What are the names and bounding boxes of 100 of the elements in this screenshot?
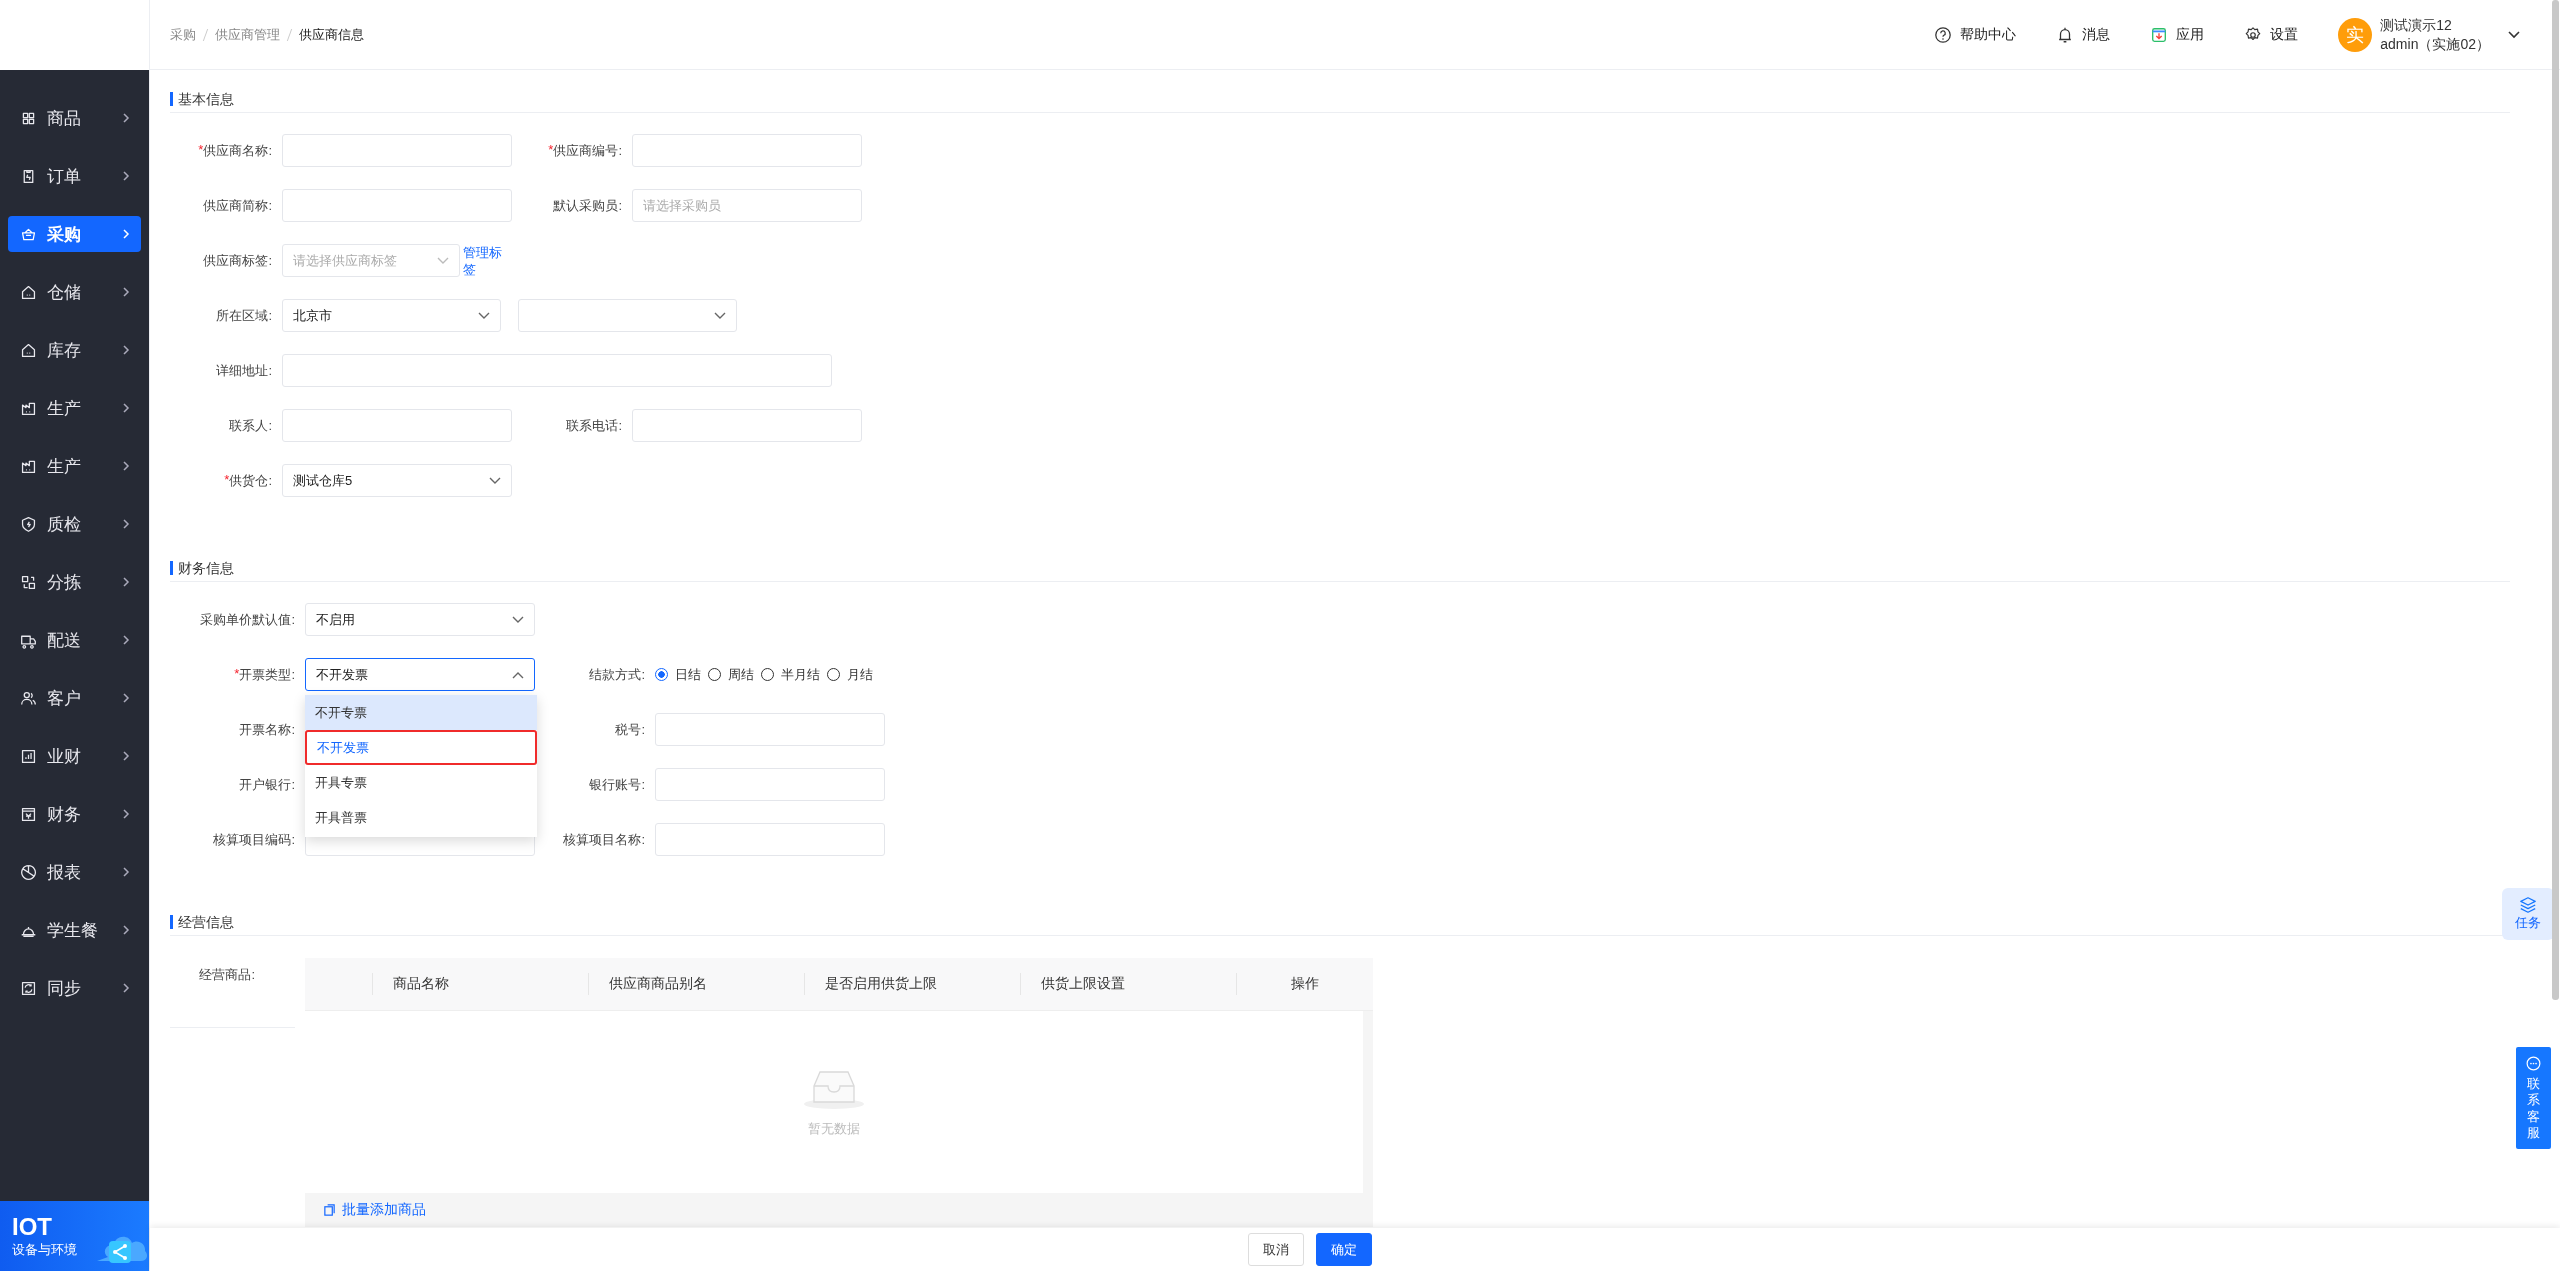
- chevron-right-icon: [121, 229, 131, 239]
- dropdown-option[interactable]: 开具普票: [305, 800, 537, 835]
- shield-icon: [20, 515, 37, 533]
- chevron-right-icon: [121, 577, 131, 587]
- cancel-button[interactable]: 取消: [1248, 1233, 1304, 1266]
- iot-banner[interactable]: IOT 设备与环境: [0, 1201, 149, 1271]
- field-label: 核算项目编码:: [213, 830, 295, 849]
- sidebar-item[interactable]: 同步: [8, 970, 141, 1006]
- sidebar-item[interactable]: 生产: [8, 448, 141, 484]
- chevron-right-icon: [121, 867, 131, 877]
- confirm-button[interactable]: 确定: [1316, 1233, 1372, 1266]
- column-header: 供应商商品别名: [609, 975, 707, 993]
- dropdown-option[interactable]: 不开专票: [305, 695, 537, 730]
- user-role: admin（实施02）: [2380, 34, 2490, 54]
- text-field[interactable]: [632, 134, 862, 167]
- select-field[interactable]: [518, 299, 737, 332]
- radio-option[interactable]: 月结: [827, 665, 873, 684]
- sidebar-item[interactable]: 财务: [8, 796, 141, 832]
- sidebar-item[interactable]: 配送: [8, 622, 141, 658]
- select-field[interactable]: 测试仓库5: [282, 464, 512, 497]
- chevron-down-icon: [489, 476, 501, 485]
- text-field[interactable]: [655, 713, 885, 746]
- sidebar-item[interactable]: 订单: [8, 158, 141, 194]
- batch-add-link[interactable]: 批量添加商品: [323, 1201, 426, 1219]
- sidebar-item[interactable]: 仓储: [8, 274, 141, 310]
- select-field[interactable]: 北京市: [282, 299, 501, 332]
- header-action[interactable]: 应用: [2150, 25, 2205, 44]
- ledger-icon: [20, 805, 37, 823]
- chevron-right-icon: [121, 925, 131, 935]
- sidebar-item[interactable]: 商品: [8, 100, 141, 136]
- chevron-right-icon: [121, 287, 131, 297]
- field-label: 经营商品:: [199, 966, 255, 984]
- house-icon: [20, 283, 37, 301]
- chevron-up-icon: [512, 670, 524, 679]
- chat-icon: [2525, 1055, 2542, 1072]
- field-label: 供应商名称:: [203, 141, 272, 160]
- breadcrumb-item[interactable]: 采购: [170, 25, 196, 44]
- chevron-down-icon[interactable]: [2508, 30, 2520, 39]
- chevron-right-icon: [121, 171, 131, 181]
- iot-subtitle: 设备与环境: [12, 1241, 77, 1259]
- sidebar-item[interactable]: 生产: [8, 390, 141, 426]
- header-action[interactable]: 帮助中心: [1934, 25, 2017, 44]
- chevron-down-icon: [437, 256, 449, 265]
- dropdown-option[interactable]: 开具专票: [305, 765, 537, 800]
- section-title: 经营信息: [170, 915, 234, 929]
- iot-title: IOT: [12, 1213, 53, 1241]
- column-header: 是否启用供货上限: [825, 975, 937, 993]
- header-action[interactable]: 消息: [2056, 25, 2111, 44]
- layers-icon: [2519, 896, 2537, 914]
- sidebar-item[interactable]: 采购: [8, 216, 141, 252]
- chevron-right-icon: [121, 693, 131, 703]
- radio-option[interactable]: 周结: [708, 665, 754, 684]
- required-mark: *: [234, 665, 240, 683]
- field-label: 采购单价默认值:: [200, 610, 295, 629]
- required-mark: *: [224, 471, 230, 489]
- text-field[interactable]: [282, 409, 512, 442]
- users-icon: [20, 689, 37, 707]
- bar-chart-icon: [20, 747, 37, 765]
- sidebar-item[interactable]: 报表: [8, 854, 141, 890]
- radio-option[interactable]: 半月结: [761, 665, 820, 684]
- empty-state-text: 暂无数据: [808, 1120, 860, 1138]
- chevron-right-icon: [121, 809, 131, 819]
- chevron-right-icon: [121, 403, 131, 413]
- sidebar-item[interactable]: 客户: [8, 680, 141, 716]
- text-field[interactable]: [632, 409, 862, 442]
- manage-tags-link[interactable]: 管理标签: [463, 243, 508, 278]
- text-field[interactable]: [655, 823, 885, 856]
- field-label: 详细地址:: [216, 361, 272, 380]
- field-label: 供应商编号:: [553, 141, 622, 160]
- copy-icon: [323, 1203, 336, 1217]
- field-label: 开票名称:: [239, 720, 295, 739]
- field-label: 供应商标签:: [203, 251, 272, 270]
- text-field[interactable]: [655, 768, 885, 801]
- house-icon: [20, 341, 37, 359]
- customer-service-button[interactable]: 联系客服: [2516, 1047, 2551, 1149]
- header-action[interactable]: 设置: [2244, 25, 2299, 44]
- text-field[interactable]: [282, 354, 832, 387]
- chevron-down-icon: [714, 311, 726, 320]
- breadcrumb-item[interactable]: 供应商管理: [215, 25, 280, 44]
- section-title: 基本信息: [170, 92, 234, 106]
- sidebar-item[interactable]: 学生餐: [8, 912, 141, 948]
- radio-option[interactable]: 日结: [655, 665, 701, 684]
- select-field[interactable]: 不启用: [305, 603, 535, 636]
- column-header: 商品名称: [393, 975, 449, 993]
- sidebar-item[interactable]: 库存: [8, 332, 141, 368]
- dropdown-option[interactable]: 不开发票: [305, 730, 537, 765]
- chevron-down-icon: [512, 615, 524, 624]
- scrollbar[interactable]: [2552, 0, 2559, 1000]
- task-button[interactable]: 任务: [2502, 888, 2554, 940]
- chevron-down-icon: [478, 311, 490, 320]
- chevron-right-icon: [121, 461, 131, 471]
- required-mark: *: [198, 141, 204, 159]
- sidebar-item[interactable]: 分拣: [8, 564, 141, 600]
- text-field[interactable]: [282, 189, 512, 222]
- text-field[interactable]: [282, 134, 512, 167]
- sidebar-item[interactable]: 业财: [8, 738, 141, 774]
- chevron-right-icon: [121, 519, 131, 529]
- field-label: 税号:: [615, 720, 645, 739]
- chevron-right-icon: [121, 751, 131, 761]
- sidebar-item[interactable]: 质检: [8, 506, 141, 542]
